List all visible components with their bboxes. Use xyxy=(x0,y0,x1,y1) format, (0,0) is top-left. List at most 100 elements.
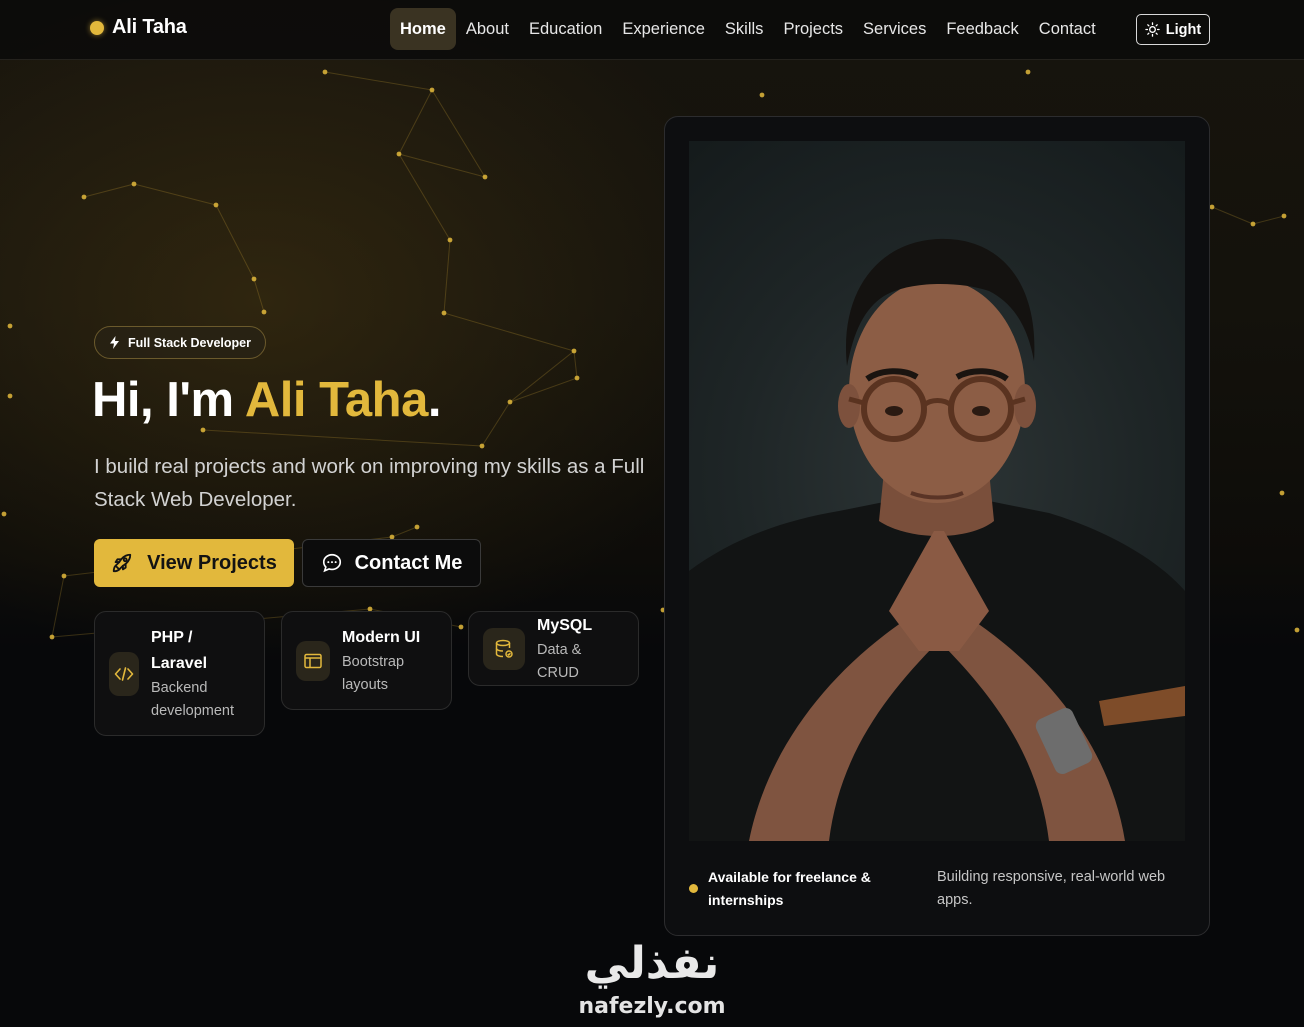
theme-toggle-button[interactable]: Light xyxy=(1136,14,1210,45)
network-link xyxy=(1211,206,1254,225)
database-icon xyxy=(483,627,525,670)
chat-bubble-icon xyxy=(322,553,341,573)
availability-status: Available for freelance & internships xyxy=(689,866,889,912)
network-node xyxy=(131,181,137,187)
availability-text: Available for freelance & internships xyxy=(708,869,871,908)
nav-item-contact[interactable]: Contact xyxy=(1029,8,1106,50)
feature-card-php-laravel: PHP / Laravel Backend development xyxy=(94,611,265,736)
nav-menu: Home About Education Experience Skills P… xyxy=(390,8,1106,50)
network-node xyxy=(482,174,488,180)
brand-name: Ali Taha xyxy=(112,16,187,38)
network-link xyxy=(51,575,65,638)
network-node xyxy=(414,524,420,530)
network-node xyxy=(441,310,447,316)
profile-card: Available for freelance & internships Bu… xyxy=(664,116,1210,936)
network-node xyxy=(200,427,206,433)
sun-icon xyxy=(1145,22,1160,37)
network-node xyxy=(479,443,485,449)
window-icon xyxy=(296,640,330,681)
feature-desc: Backend development xyxy=(151,679,235,719)
network-node xyxy=(1294,627,1300,633)
network-node xyxy=(759,92,765,98)
network-link xyxy=(253,278,265,313)
network-node xyxy=(213,202,219,208)
nav-item-about[interactable]: About xyxy=(456,8,519,50)
network-node xyxy=(1209,204,1215,210)
network-link xyxy=(83,183,135,198)
nav-item-projects[interactable]: Projects xyxy=(773,8,853,50)
network-node xyxy=(61,573,67,579)
nav-item-feedback[interactable]: Feedback xyxy=(936,8,1028,50)
network-link xyxy=(509,377,578,403)
nav-item-home[interactable]: Home xyxy=(390,8,456,50)
network-link xyxy=(391,526,418,538)
network-node xyxy=(7,323,13,329)
network-node xyxy=(1281,213,1287,219)
network-node xyxy=(1279,490,1285,496)
network-link xyxy=(443,312,575,352)
hero-title-name: Ali Taha xyxy=(244,373,428,427)
view-projects-label: View Projects xyxy=(147,551,277,574)
hero-title: Hi, I'm Ali Taha. xyxy=(92,372,441,428)
view-projects-button[interactable]: View Projects xyxy=(94,539,294,587)
top-navbar: Ali Taha Home About Education Experience… xyxy=(0,0,1304,60)
feature-card-mysql: MySQL Data & CRUD xyxy=(468,611,639,686)
network-node xyxy=(447,237,453,243)
role-badge: Full Stack Developer xyxy=(94,326,266,359)
feature-title: PHP / Laravel xyxy=(151,628,208,672)
network-link xyxy=(1252,215,1285,225)
watermark-latin: nafezly.com xyxy=(578,994,726,1019)
network-node xyxy=(396,151,402,157)
network-link xyxy=(573,350,578,379)
hero-title-suffix: . xyxy=(427,373,442,427)
network-link xyxy=(398,153,451,241)
network-link xyxy=(509,350,575,403)
network-link xyxy=(215,204,255,280)
network-link xyxy=(398,153,486,178)
role-badge-label: Full Stack Developer xyxy=(128,335,251,350)
nav-item-skills[interactable]: Skills xyxy=(715,8,774,50)
network-link xyxy=(324,71,433,91)
network-link xyxy=(443,239,451,314)
network-node xyxy=(7,393,13,399)
network-link xyxy=(481,401,511,447)
network-link xyxy=(202,429,483,447)
brand-logo[interactable]: Ali Taha xyxy=(90,16,187,39)
status-dot-icon xyxy=(689,884,698,893)
hero-subtitle: I build real projects and work on improv… xyxy=(94,455,645,511)
nav-item-services[interactable]: Services xyxy=(853,8,936,50)
code-icon xyxy=(109,651,139,696)
feature-card-modern-ui: Modern UI Bootstrap layouts xyxy=(281,611,452,710)
network-node xyxy=(81,194,87,200)
network-node xyxy=(571,348,577,354)
network-node xyxy=(458,624,464,630)
network-node xyxy=(429,87,435,93)
feature-desc: Bootstrap layouts xyxy=(342,653,405,693)
network-node xyxy=(261,309,267,315)
hero-title-prefix: Hi, I'm xyxy=(92,373,245,427)
network-link xyxy=(431,89,486,178)
nav-item-education[interactable]: Education xyxy=(519,8,612,50)
nav-item-experience[interactable]: Experience xyxy=(612,8,715,50)
network-node xyxy=(322,69,328,75)
network-node xyxy=(1250,221,1256,227)
theme-toggle-label: Light xyxy=(1165,21,1202,38)
bolt-icon xyxy=(110,336,119,349)
feature-desc: Data & CRUD xyxy=(537,641,582,681)
network-node xyxy=(49,634,55,640)
portrait-photo xyxy=(689,141,1185,841)
feature-title: Modern UI xyxy=(342,628,421,646)
contact-me-button[interactable]: Contact Me xyxy=(302,539,481,587)
network-node xyxy=(1,511,7,517)
portrait-illustration xyxy=(689,238,1185,841)
network-link xyxy=(398,89,433,155)
rocket-icon xyxy=(112,553,132,573)
network-node xyxy=(507,399,513,405)
network-node xyxy=(251,276,257,282)
card-note: Building responsive, real-world web apps… xyxy=(937,869,1166,908)
network-node xyxy=(1025,69,1031,75)
watermark-arabic: نفذلي xyxy=(584,938,720,989)
feature-title: MySQL xyxy=(537,616,593,634)
brand-dot-icon xyxy=(90,20,104,35)
contact-me-label: Contact Me xyxy=(354,551,463,574)
